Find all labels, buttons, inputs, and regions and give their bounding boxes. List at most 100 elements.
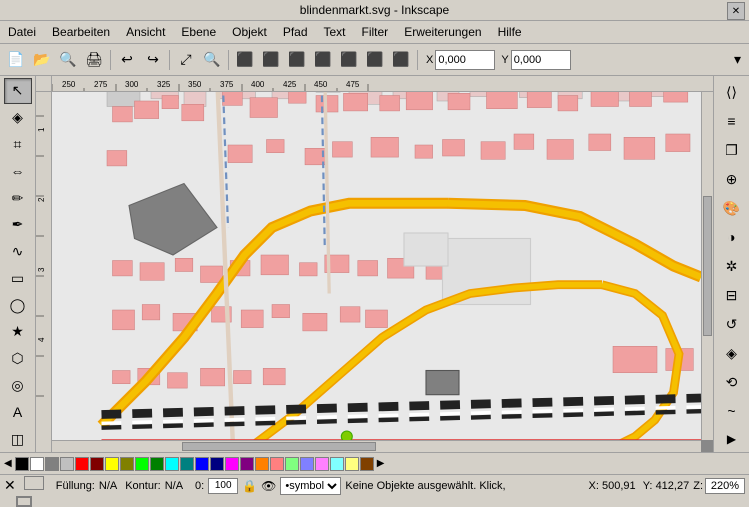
tool-node-editor[interactable]: ◈ — [4, 105, 32, 131]
print-button[interactable]: 🖨 — [82, 48, 106, 72]
tool-pen[interactable]: ✒ — [4, 212, 32, 238]
tool-measure[interactable]: ⇔ — [4, 158, 32, 184]
panel-symbols[interactable]: ⊕ — [718, 165, 746, 193]
horizontal-scrollbar[interactable] — [52, 440, 701, 452]
palette-color-6[interactable] — [105, 457, 119, 471]
status-message: Keine Objekte ausgewählt. Klick, — [345, 480, 580, 492]
close-button[interactable]: ✕ — [727, 2, 745, 20]
menu-item-filter[interactable]: Filter — [358, 23, 393, 41]
tool-rectangle[interactable]: ▭ — [4, 265, 32, 291]
palette-color-11[interactable] — [180, 457, 194, 471]
zoom-in-button[interactable]: 🔍 — [200, 48, 224, 72]
open-button[interactable]: 📂 — [30, 48, 54, 72]
menu-item-ansicht[interactable]: Ansicht — [122, 23, 169, 41]
tool-gradient[interactable]: ◫ — [4, 426, 32, 452]
panel-gradient-editor[interactable]: ◈ — [718, 339, 746, 367]
menu-item-bearbeiten[interactable]: Bearbeiten — [48, 23, 114, 41]
distribute-button[interactable]: ⬛ — [337, 48, 361, 72]
panel-xml-editor[interactable]: ⟨⟩ — [718, 78, 746, 106]
tool-star[interactable]: ★ — [4, 319, 32, 345]
palette-color-19[interactable] — [300, 457, 314, 471]
ruler-top: 250 275 300 325 350 375 400 425 450 475 — [52, 76, 713, 92]
align-right-button[interactable]: ⬛ — [285, 48, 309, 72]
align-top-button[interactable]: ⬛ — [311, 48, 335, 72]
tool-text-tool[interactable]: A — [4, 399, 32, 425]
panel-layers[interactable]: ≡ — [718, 107, 746, 135]
palette-color-7[interactable] — [120, 457, 134, 471]
undo-button[interactable]: ↩ — [115, 48, 139, 72]
scrollbar-thumb-vertical[interactable] — [703, 196, 712, 335]
palette-color-16[interactable] — [255, 457, 269, 471]
palette-scroll-right[interactable]: ▶ — [375, 458, 387, 469]
palette-color-23[interactable] — [360, 457, 374, 471]
scrollbar-thumb-horizontal[interactable] — [182, 442, 377, 451]
menu-item-ebene[interactable]: Ebene — [177, 23, 220, 41]
y-coord-input[interactable] — [511, 50, 571, 70]
tool-ellipse[interactable]: ◯ — [4, 292, 32, 318]
palette-color-9[interactable] — [150, 457, 164, 471]
eye-icon[interactable]: 👁 — [261, 479, 276, 493]
panel-align[interactable]: ⊟ — [718, 281, 746, 309]
panel-path-effects[interactable]: ~ — [718, 397, 746, 425]
stroke-color-box[interactable] — [16, 496, 32, 507]
panel-objects[interactable]: ❐ — [718, 136, 746, 164]
tool-spiral[interactable]: ◎ — [4, 373, 32, 399]
menu-item-erweiterungen[interactable]: Erweiterungen — [400, 23, 485, 41]
zoom-fit-button[interactable]: ⤢ — [174, 48, 198, 72]
palette-color-13[interactable] — [210, 457, 224, 471]
tool-zoom-tool[interactable]: ⌗ — [4, 132, 32, 158]
tool-calligraphy[interactable]: ∿ — [4, 239, 32, 265]
menu-item-hilfe[interactable]: Hilfe — [494, 23, 526, 41]
palette-color-20[interactable] — [315, 457, 329, 471]
toolbar-expand[interactable]: ▾ — [730, 49, 745, 69]
panel-swatches[interactable]: 🎨 — [718, 194, 746, 222]
palette-color-5[interactable] — [90, 457, 104, 471]
menu-item-datei[interactable]: Datei — [4, 23, 40, 41]
panel-snap[interactable]: ✲ — [718, 252, 746, 280]
tool-3d-box[interactable]: ⬡ — [4, 346, 32, 372]
save-button[interactable]: 🔍 — [56, 48, 80, 72]
canvas-viewport[interactable] — [52, 92, 701, 440]
new-button[interactable]: 📄 — [4, 48, 28, 72]
palette-scroll-left[interactable]: ◀ — [2, 458, 14, 469]
palette-color-18[interactable] — [285, 457, 299, 471]
palette-color-0[interactable] — [15, 457, 29, 471]
opacity-input[interactable] — [208, 478, 238, 494]
fill-color-box[interactable] — [24, 476, 44, 490]
menu-item-pfad[interactable]: Pfad — [279, 23, 312, 41]
palette-color-10[interactable] — [165, 457, 179, 471]
palette-color-17[interactable] — [270, 457, 284, 471]
palette-color-14[interactable] — [225, 457, 239, 471]
menu-item-text[interactable]: Text — [320, 23, 350, 41]
color-indicator: ✕ — [4, 476, 52, 496]
tool-selector[interactable]: ↖ — [4, 78, 32, 104]
palette-color-3[interactable] — [60, 457, 74, 471]
align-center-button[interactable]: ⬛ — [259, 48, 283, 72]
right-panel-expand[interactable]: ▶ — [725, 430, 738, 448]
ungroup-button[interactable]: ⬛ — [389, 48, 413, 72]
no-color-button[interactable]: ✕ — [4, 477, 16, 494]
zoom-input[interactable] — [705, 478, 745, 494]
symbol-select[interactable]: •symbol — [280, 477, 341, 495]
palette-color-12[interactable] — [195, 457, 209, 471]
palette-color-21[interactable] — [330, 457, 344, 471]
tool-pencil[interactable]: ✏ — [4, 185, 32, 211]
palette-color-15[interactable] — [240, 457, 254, 471]
palette-color-22[interactable] — [345, 457, 359, 471]
lock-icon[interactable]: 🔒 — [242, 479, 257, 493]
toolbar: 📄 📂 🔍 🖨 ↩ ↪ ⤢ 🔍 ⬛ ⬛ ⬛ ⬛ ⬛ ⬛ ⬛ X Y ▾ — [0, 44, 749, 76]
x-coord-input[interactable] — [435, 50, 495, 70]
palette-color-1[interactable] — [30, 457, 44, 471]
palette-color-8[interactable] — [135, 457, 149, 471]
group-button[interactable]: ⬛ — [363, 48, 387, 72]
palette-color-2[interactable] — [45, 457, 59, 471]
align-left-button[interactable]: ⬛ — [233, 48, 257, 72]
redo-button[interactable]: ↪ — [141, 48, 165, 72]
menu-item-objekt[interactable]: Objekt — [228, 23, 271, 41]
panel-paint-bucket[interactable]: ⟲ — [718, 368, 746, 396]
panel-fill-stroke[interactable]: ◑ — [718, 223, 746, 251]
canvas-area[interactable]: 250 275 300 325 350 375 400 425 450 475 — [36, 76, 713, 452]
panel-transform[interactable]: ↺ — [718, 310, 746, 338]
vertical-scrollbar[interactable] — [701, 92, 713, 440]
palette-color-4[interactable] — [75, 457, 89, 471]
